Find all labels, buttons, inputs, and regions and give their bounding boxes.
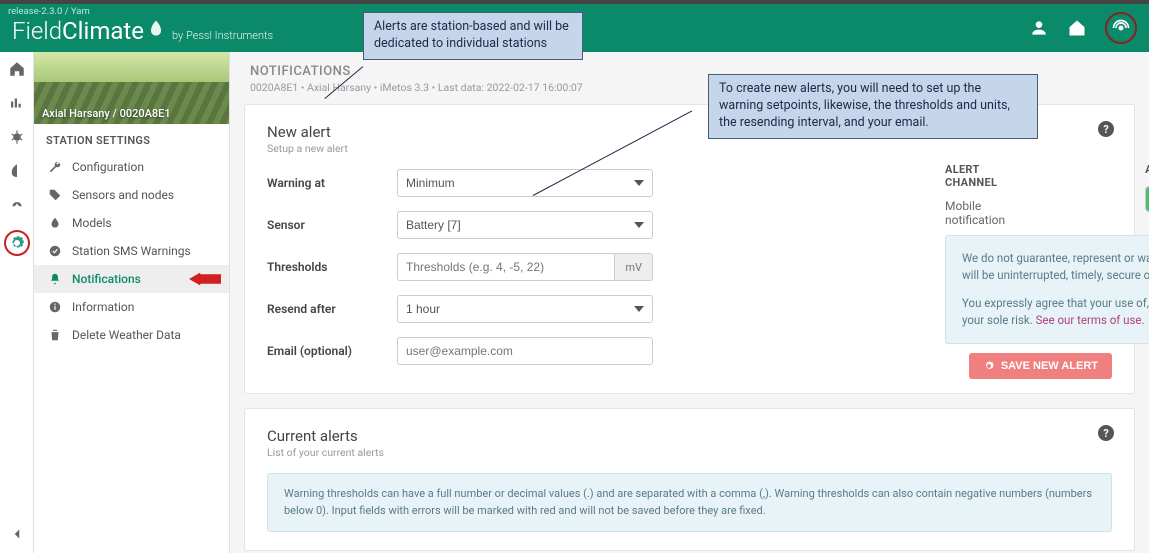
terms-link[interactable]: See our terms of use.: [1036, 313, 1145, 327]
sidebar-item-notifications[interactable]: Notifications: [34, 265, 229, 293]
thresholds-input[interactable]: [397, 253, 614, 281]
sidebar-item-label: Information: [72, 300, 134, 314]
sidebar-item-sensors[interactable]: Sensors and nodes: [34, 181, 229, 209]
settings-rail-circled[interactable]: [4, 230, 30, 256]
sidebar-item-delete[interactable]: Delete Weather Data: [34, 321, 229, 349]
gear-icon: [983, 360, 995, 372]
sensor-label: Sensor: [267, 218, 397, 232]
sidebar-section-title: STATION SETTINGS: [34, 124, 229, 153]
help-icon[interactable]: ?: [1098, 425, 1114, 441]
brand-logo: FieldClimate by Pessl Instruments: [12, 17, 273, 45]
info-icon: [48, 300, 62, 314]
save-button-label: SAVE NEW ALERT: [1001, 360, 1098, 372]
sidebar-item-information[interactable]: Information: [34, 293, 229, 321]
thresholds-hint: Warning thresholds can have a full numbe…: [267, 473, 1112, 532]
station-label: Axial Harsany / 0020A8E1: [42, 107, 171, 120]
sidebar-item-label: Notifications: [72, 272, 141, 286]
resend-select[interactable]: 1 hour: [397, 295, 653, 323]
release-tag: release-2.3.0 / Yam: [8, 6, 90, 17]
tag-icon: [48, 188, 62, 202]
sidebar-item-configuration[interactable]: Configuration: [34, 153, 229, 181]
broadcast-icon-circled[interactable]: [1105, 12, 1137, 44]
alert-channel-head: ALERT CHANNEL: [945, 163, 1005, 189]
active-head: ACTIVE: [1145, 163, 1149, 176]
sidebar-item-label: Station SMS Warnings: [72, 244, 191, 258]
leaf-icon[interactable]: [8, 162, 26, 180]
user-icon[interactable]: [1029, 18, 1049, 38]
alert-channel-text: Mobile notification: [945, 199, 1005, 227]
leaf-icon: [146, 19, 166, 39]
gear-icon: [8, 234, 26, 252]
sidebar: Axial Harsany / 0020A8E1 STATION SETTING…: [34, 52, 230, 553]
wrench-icon: [48, 160, 62, 174]
email-label: Email (optional): [267, 344, 397, 358]
chevron-left-icon[interactable]: [8, 525, 26, 543]
sidebar-item-label: Configuration: [72, 160, 144, 174]
drop-icon: [48, 216, 62, 230]
active-toggle: Yes No: [1145, 186, 1149, 212]
new-alert-panel: ? New alert Setup a new alert Warning at…: [244, 104, 1135, 394]
chart-icon[interactable]: [8, 94, 26, 112]
home-icon[interactable]: [8, 60, 26, 78]
house-icon[interactable]: [1067, 18, 1087, 38]
current-alerts-panel: ? Current alerts List of your current al…: [244, 408, 1135, 551]
thresholds-label: Thresholds: [267, 260, 397, 274]
callout-1: Alerts are station-based and will be ded…: [363, 12, 583, 60]
warning-at-select[interactable]: Minimum: [397, 169, 653, 197]
sidebar-item-label: Models: [72, 216, 112, 230]
disclaimer-line1: We do not guarantee, represent or warran…: [962, 250, 1149, 285]
brand-subtitle: by Pessl Instruments: [172, 29, 273, 42]
bell-icon: [48, 272, 62, 286]
left-rail: [0, 52, 34, 553]
sidebar-item-label: Delete Weather Data: [72, 328, 181, 342]
sidebar-item-sms[interactable]: Station SMS Warnings: [34, 237, 229, 265]
email-input[interactable]: [397, 337, 653, 365]
service-disclaimer: We do not guarantee, represent or warran…: [945, 235, 1149, 344]
sensor-select[interactable]: Battery [7]: [397, 211, 653, 239]
save-new-alert-button[interactable]: SAVE NEW ALERT: [969, 353, 1112, 379]
trash-icon: [48, 328, 62, 342]
broadcast-icon: [1111, 18, 1131, 38]
sprout-icon[interactable]: [8, 196, 26, 214]
warning-at-label: Warning at: [267, 176, 397, 190]
panel-subtitle: Setup a new alert: [267, 142, 1112, 155]
sidebar-item-models[interactable]: Models: [34, 209, 229, 237]
panel-subtitle: List of your current alerts: [267, 446, 1112, 459]
sidebar-item-label: Sensors and nodes: [72, 188, 174, 202]
bug-icon[interactable]: [8, 128, 26, 146]
thresholds-unit: mV: [614, 253, 653, 281]
resend-label: Resend after: [267, 302, 397, 316]
help-icon[interactable]: ?: [1098, 121, 1114, 137]
panel-title: Current alerts: [267, 427, 1112, 445]
callout-2: To create new alerts, you will need to s…: [708, 74, 1038, 139]
red-arrow-icon: [189, 272, 221, 286]
check-badge-icon: [48, 244, 62, 258]
station-banner: Axial Harsany / 0020A8E1: [34, 52, 229, 124]
